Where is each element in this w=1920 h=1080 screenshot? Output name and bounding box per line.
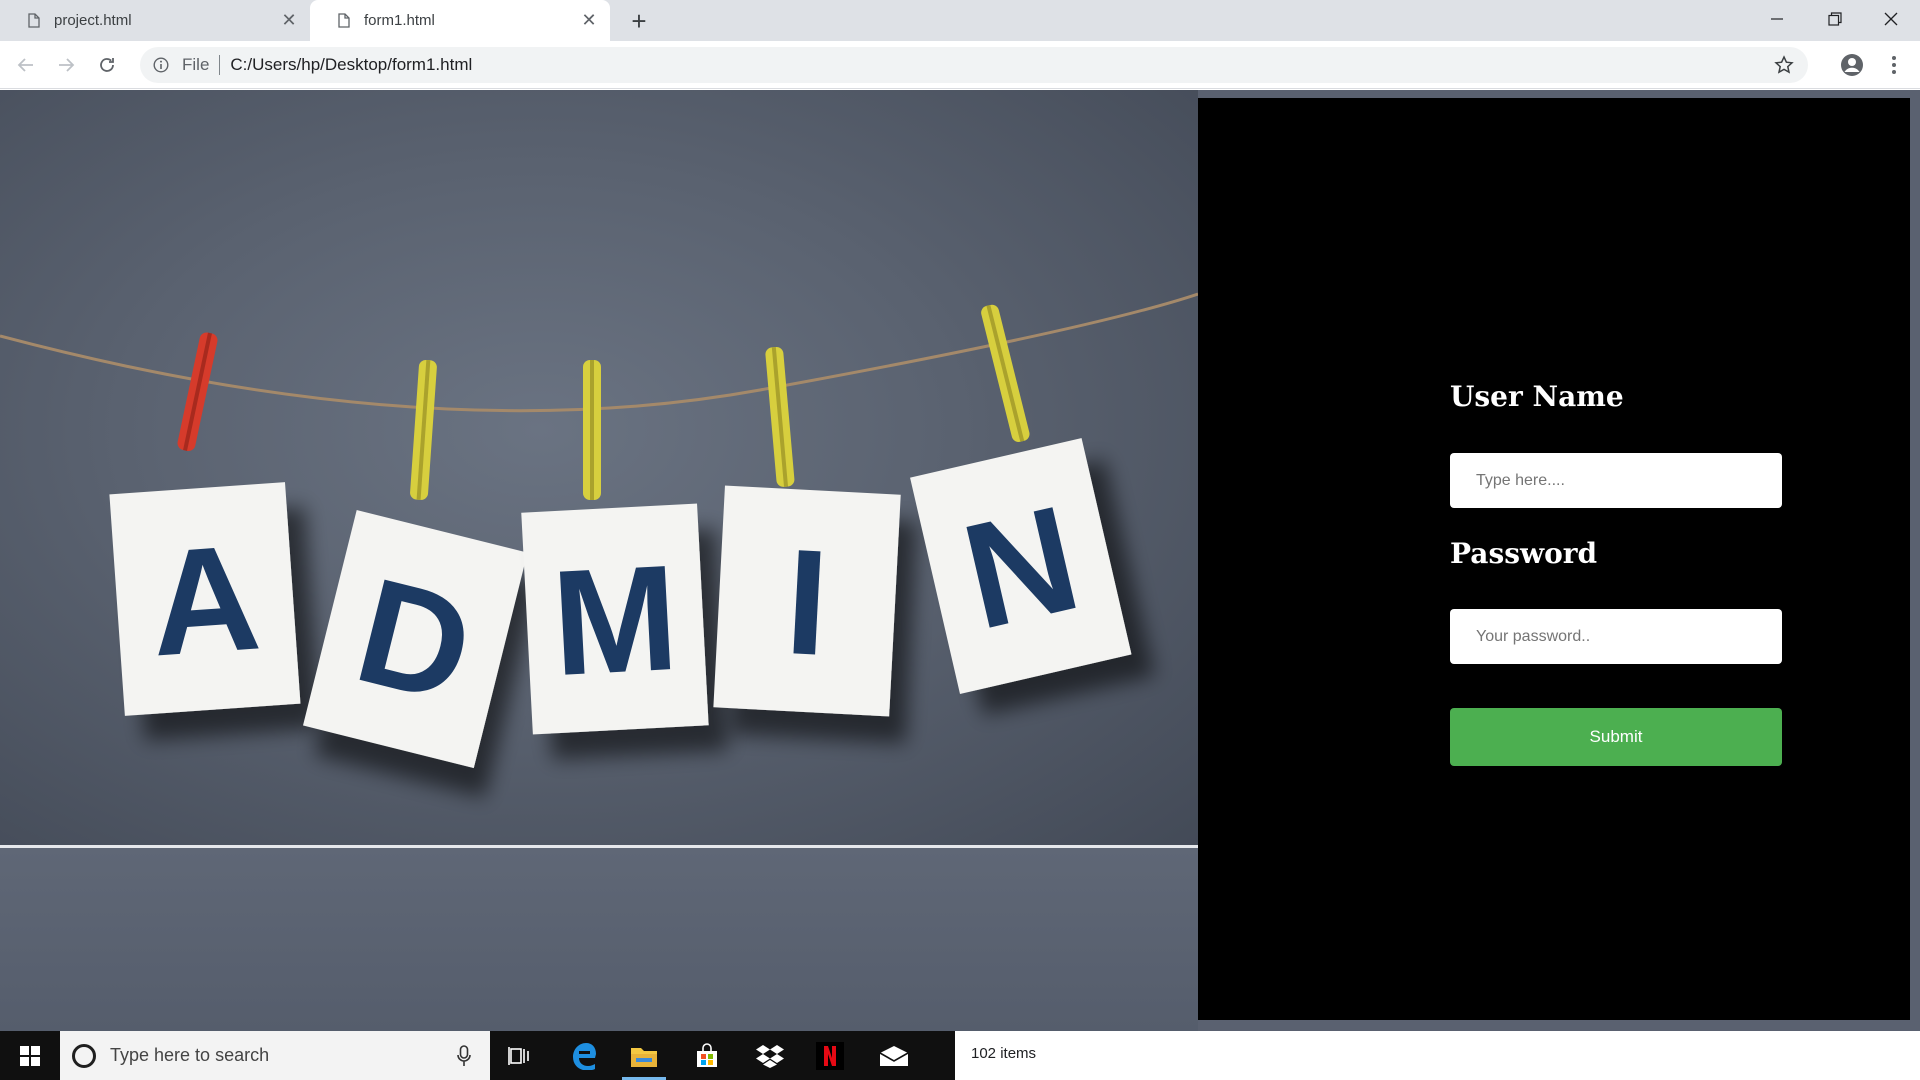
new-tab-button[interactable]: + [622,4,656,38]
file-explorer-button[interactable] [614,1031,674,1080]
tab-title: form1.html [364,12,435,29]
minimize-icon [1771,18,1783,20]
edge-icon [573,1042,596,1070]
dropbox-icon [756,1044,784,1068]
windows-start-icon [20,1045,40,1066]
cortana-icon[interactable] [72,1043,96,1068]
address-divider [219,55,221,75]
password-label: Password [1450,537,1598,570]
letter-card-m: M [521,503,709,735]
address-url[interactable]: C:/Users/hp/Desktop/form1.html [230,55,472,75]
reload-icon [100,58,114,72]
info-icon[interactable] [152,56,170,74]
letter-card-n: N [910,438,1132,694]
close-window-button[interactable] [1862,0,1920,38]
star-icon[interactable] [1774,55,1794,80]
tab-close-icon[interactable]: ✕ [574,10,604,31]
clothespin-yellow [410,359,437,500]
tab-project[interactable]: project.html ✕ [0,0,310,41]
browser-toolbar: File C:/Users/hp/Desktop/form1.html [0,41,1920,89]
submit-button[interactable]: Submit [1450,708,1782,766]
admin-clothesline-illustration: A D M I N [0,292,1198,769]
windows-taskbar: Type here to search 102 items [0,1031,1920,1080]
clothespin-red [177,332,218,451]
address-scheme-label: File [182,55,210,74]
task-view-button[interactable] [490,1031,550,1080]
clothespin-yellow [981,304,1030,442]
menu-icon [1892,56,1896,74]
clothespin-yellow [765,346,795,487]
background-wall [0,848,1198,1031]
tab-close-icon[interactable]: ✕ [274,10,304,31]
profile-icon [1841,54,1863,76]
microphone-icon[interactable] [454,1044,474,1068]
letter-a: A [145,512,265,687]
back-button[interactable] [10,49,42,81]
start-button[interactable] [0,1031,60,1080]
browser-tab-strip: project.html ✕ form1.html ✕ + [0,0,1920,41]
dropbox-button[interactable] [740,1031,800,1080]
mail-icon [879,1045,909,1066]
minimize-button[interactable] [1748,0,1806,38]
page-viewport: A D M I N User Name Type here.... Passwo… [0,90,1920,1031]
back-icon [17,58,33,72]
address-bar[interactable]: File C:/Users/hp/Desktop/form1.html [140,47,1808,83]
password-input[interactable] [1450,609,1782,664]
store-icon [697,1042,717,1067]
letter-card-i: I [713,485,901,717]
username-input[interactable] [1450,453,1782,508]
store-button[interactable] [677,1031,737,1080]
tab-title: project.html [54,12,132,29]
letter-card-d: D [303,510,528,769]
menu-button[interactable] [1878,49,1910,81]
mail-button[interactable] [864,1031,924,1080]
forward-icon [59,58,75,72]
restore-icon [1828,12,1842,26]
document-icon [338,13,350,28]
profile-button[interactable] [1836,49,1868,81]
document-icon [28,13,40,28]
netflix-button[interactable] [800,1031,860,1080]
close-icon [1884,12,1898,26]
letter-card-a: A [109,482,301,716]
username-label: User Name [1450,380,1624,413]
reload-button[interactable] [91,49,123,81]
forward-button[interactable] [50,49,82,81]
file-explorer-status-strip: 102 items [955,1031,1920,1080]
explorer-item-count: 102 items [971,1045,1037,1062]
letter-m: M [548,533,682,707]
edge-button[interactable] [554,1031,614,1080]
login-form-panel: User Name Password Submit [1198,98,1910,1020]
letter-i: I [782,517,832,687]
netflix-icon [816,1041,844,1070]
file-explorer-icon [631,1047,657,1067]
taskbar-search-placeholder[interactable]: Type here to search [110,1045,454,1066]
taskbar-search-box[interactable]: Type here to search [60,1031,490,1080]
task-view-icon [508,1046,529,1065]
restore-button[interactable] [1806,0,1864,38]
tab-form1[interactable]: form1.html ✕ [310,0,610,41]
clothespin-yellow [583,360,601,500]
